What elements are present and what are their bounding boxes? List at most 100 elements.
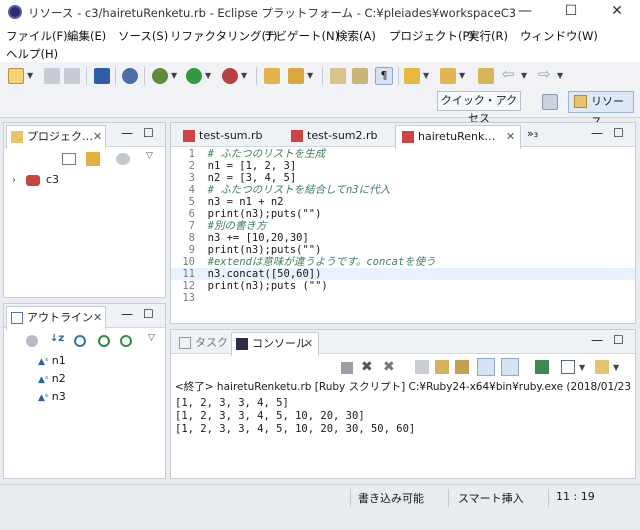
- run-dropdown-icon[interactable]: ▼: [205, 71, 211, 80]
- maximize-view-icon[interactable]: ☐: [613, 333, 624, 347]
- pencil-dropdown-icon[interactable]: ▼: [307, 71, 313, 80]
- hide-nonpublic-icon[interactable]: [120, 335, 132, 347]
- menu-help[interactable]: ヘルプ(H): [6, 46, 58, 62]
- close-button[interactable]: ✕: [594, 0, 640, 24]
- code-line[interactable]: 5 n3 = n1 + n2: [171, 196, 635, 208]
- pin-console-icon[interactable]: [535, 360, 549, 374]
- debug-bug-icon[interactable]: [152, 68, 168, 84]
- tab-outline[interactable]: アウトライン ✕: [6, 306, 106, 330]
- menu-edit[interactable]: 編集(E): [67, 28, 106, 44]
- menu-file[interactable]: ファイル(F): [6, 28, 68, 44]
- prev-annotation-dropdown-icon[interactable]: ▼: [459, 71, 465, 80]
- code-line[interactable]: 2 n1 = [1, 2, 3]: [171, 160, 635, 172]
- hide-fields-icon[interactable]: [74, 335, 86, 347]
- prev-annotation-icon[interactable]: [440, 68, 456, 84]
- show-whitespace-icon[interactable]: ¶: [375, 67, 393, 85]
- debug-dropdown-icon[interactable]: ▼: [171, 71, 177, 80]
- next-annotation-icon[interactable]: [404, 68, 420, 84]
- minimize-view-icon[interactable]: —: [591, 333, 603, 347]
- tab-test-sum2[interactable]: test-sum2.rb: [285, 125, 391, 149]
- open-console-icon[interactable]: [595, 360, 609, 374]
- forward-icon[interactable]: ⇨: [538, 65, 551, 83]
- view-menu-icon[interactable]: ▽: [146, 151, 153, 161]
- open-folder-icon[interactable]: [264, 68, 280, 84]
- save-all-icon[interactable]: [64, 68, 80, 84]
- close-tab-icon[interactable]: ✕: [93, 126, 102, 148]
- pencil-icon[interactable]: [288, 68, 304, 84]
- minimize-view-icon[interactable]: —: [121, 307, 133, 321]
- toggle-mark-icon[interactable]: [352, 68, 368, 84]
- menu-window[interactable]: ウィンドウ(W): [520, 28, 598, 44]
- back-icon[interactable]: ⇦: [502, 65, 515, 83]
- tab-tasks[interactable]: タスク: [175, 332, 231, 356]
- view-menu-icon[interactable]: ▽: [148, 333, 155, 343]
- terminal-icon[interactable]: [94, 68, 110, 84]
- run-icon[interactable]: [186, 68, 202, 84]
- close-tab-icon[interactable]: ✕: [506, 126, 515, 148]
- external-tools-icon[interactable]: [222, 68, 238, 84]
- code-editor[interactable]: 1 # ふたつのリストを生成 2 n1 = [1, 2, 3] 3 n2 = [3,…: [171, 148, 635, 304]
- link-editor-icon[interactable]: [86, 152, 100, 166]
- external-tools-dropdown-icon[interactable]: ▼: [241, 71, 247, 80]
- open-console-dropdown-icon[interactable]: ▼: [613, 363, 619, 372]
- hide-static-icon[interactable]: [98, 335, 110, 347]
- new-dropdown-icon[interactable]: ▼: [27, 71, 33, 80]
- tab-test-sum[interactable]: test-sum.rb: [177, 125, 283, 149]
- code-line[interactable]: 11 n3.concat([50,60]): [171, 268, 635, 280]
- next-annotation-dropdown-icon[interactable]: ▼: [423, 71, 429, 80]
- new-file-icon[interactable]: [8, 68, 24, 84]
- tab-console[interactable]: コンソール ✕: [231, 332, 319, 356]
- word-wrap-icon[interactable]: [455, 360, 469, 374]
- show-on-output-icon[interactable]: [477, 358, 495, 376]
- menu-search[interactable]: 検索(A): [336, 28, 376, 44]
- code-line[interactable]: 3 n2 = [3, 4, 5]: [171, 172, 635, 184]
- last-edit-icon[interactable]: [478, 68, 494, 84]
- tab-project-explorer[interactable]: プロジェク… ✕: [6, 125, 106, 149]
- close-tab-icon[interactable]: ✕: [93, 307, 102, 329]
- show-on-error-icon[interactable]: [501, 358, 519, 376]
- code-line[interactable]: 4 # ふたつのリストを結合してn3に代入: [171, 184, 635, 196]
- back-dropdown-icon[interactable]: ▼: [521, 71, 527, 80]
- close-tab-icon[interactable]: ✕: [304, 333, 313, 355]
- open-perspective-icon[interactable]: [542, 94, 558, 110]
- expand-chevron-icon[interactable]: ›: [12, 175, 16, 186]
- menu-refactor[interactable]: リファクタリング(T): [170, 28, 278, 44]
- minimize-view-icon[interactable]: —: [591, 126, 603, 140]
- code-line[interactable]: 9 print(n3);puts(""): [171, 244, 635, 256]
- outline-item[interactable]: ▲ˢ n3: [38, 390, 66, 403]
- scroll-lock-icon[interactable]: [435, 360, 449, 374]
- code-line[interactable]: 1 # ふたつのリストを生成: [171, 148, 635, 160]
- menu-run[interactable]: 実行(R): [468, 28, 508, 44]
- collapse-all-icon[interactable]: [62, 153, 76, 165]
- group-icon[interactable]: [26, 335, 38, 347]
- filter-icon[interactable]: [116, 153, 130, 165]
- menu-project[interactable]: プロジェクト(P): [389, 28, 474, 44]
- console-output[interactable]: [1, 2, 3, 3, 4, 5] [1, 2, 3, 3, 4, 5, 10,…: [175, 397, 633, 436]
- display-console-icon[interactable]: [561, 360, 575, 374]
- tab-overflow[interactable]: »₃: [527, 127, 538, 140]
- code-line[interactable]: 10 #extendは意味が違うようです。concatを使う: [171, 256, 635, 268]
- minimize-button[interactable]: —: [502, 0, 548, 24]
- clear-console-icon[interactable]: [415, 360, 429, 374]
- remove-all-icon[interactable]: ✖: [383, 359, 395, 375]
- outline-item[interactable]: ▲ˢ n2: [38, 372, 66, 385]
- maximize-view-icon[interactable]: ☐: [143, 126, 154, 140]
- maximize-view-icon[interactable]: ☐: [613, 126, 624, 140]
- maximize-button[interactable]: ☐: [548, 0, 594, 24]
- tree-item-c3[interactable]: c3: [46, 173, 59, 186]
- code-line[interactable]: 12 print(n3);puts (""): [171, 280, 635, 292]
- tab-hairetu-renketu[interactable]: hairetuRenk… ✕: [395, 125, 521, 149]
- quick-access-field[interactable]: クイック・アクセス: [437, 91, 521, 125]
- annotation-icon[interactable]: [330, 68, 346, 84]
- outline-item[interactable]: ▲ˢ n1: [38, 354, 66, 367]
- maximize-view-icon[interactable]: ☐: [143, 307, 154, 321]
- code-line[interactable]: 13: [171, 292, 635, 304]
- display-console-dropdown-icon[interactable]: ▼: [579, 363, 585, 372]
- settings-gear-icon[interactable]: [122, 68, 138, 84]
- code-line[interactable]: 6 print(n3);puts(""): [171, 208, 635, 220]
- menu-navigate[interactable]: ナビゲート(N): [264, 28, 339, 44]
- minimize-view-icon[interactable]: —: [121, 126, 133, 140]
- resource-perspective-button[interactable]: リソース: [568, 91, 634, 128]
- remove-launch-icon[interactable]: ✖: [361, 359, 373, 375]
- code-line[interactable]: 7 #別の書き方: [171, 220, 635, 232]
